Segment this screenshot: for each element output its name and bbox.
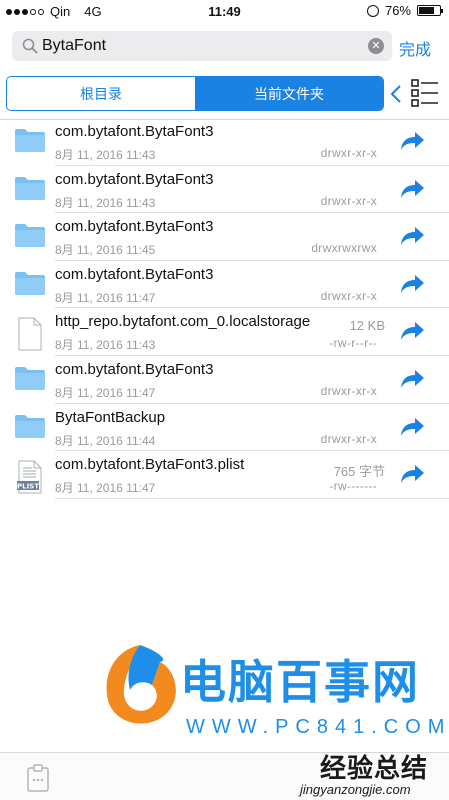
svg-text:PLIST: PLIST [17,483,39,491]
status-right: 76% [366,3,443,18]
file-permissions: drwxr-xr-x [320,146,377,160]
file-date: 8月 11, 2016 11:47 [55,385,156,400]
watermark-corner-title: 经验总结 [320,753,429,783]
watermark-url: WWW.PC841.COM [186,716,449,738]
document-icon [14,317,46,356]
brand-logo-icon [106,645,176,724]
search-icon [22,38,38,54]
location-segmented-control: 根目录 当前文件夹 [6,76,384,111]
folder-icon [14,413,46,444]
share-arrow-icon[interactable] [399,417,425,437]
file-date: 8月 11, 2016 11:47 [55,290,156,305]
tab-current-folder[interactable]: 当前文件夹 [195,77,383,110]
file-permissions: drwxrwxrwx [311,241,377,256]
folder-icon [14,127,46,158]
file-name: com.bytafont.BytaFont3.plist [55,456,245,474]
file-row[interactable]: com.bytafont.BytaFont3 8月 11, 2016 11:45 d… [0,213,449,261]
file-date: 8月 11, 2016 11:47 [55,481,156,496]
folder-icon [14,222,46,253]
file-date: 8月 11, 2016 11:44 [55,433,156,448]
share-arrow-icon[interactable] [399,274,425,294]
done-button[interactable]: 完成 [399,36,431,60]
file-name: com.bytafont.BytaFont3 [55,123,214,140]
share-arrow-icon[interactable] [399,321,425,341]
plist-file-icon: PLIST [14,460,46,499]
file-permissions: drwxr-xr-x [320,288,377,303]
search-input[interactable] [42,31,362,61]
file-list: com.bytafont.BytaFont3 8月 11, 2016 11:43 d… [0,118,449,499]
battery-percent: 76% [384,3,411,18]
share-arrow-icon[interactable] [399,179,425,199]
file-row[interactable]: com.bytafont.BytaFont3 8月 11, 2016 11:47 d… [0,356,449,404]
file-name: http_repo.bytafont.com_0.localstorage [55,313,311,331]
row-divider [55,497,449,499]
list-view-icon[interactable] [411,78,439,108]
file-permissions: drwxr-xr-x [320,431,377,446]
rotation-lock-icon [366,4,379,17]
file-size: 765 字节 [333,464,385,480]
share-arrow-icon[interactable] [399,369,425,389]
folder-icon [14,365,46,396]
file-row[interactable]: com.bytafont.BytaFont3 8月 11, 2016 11:47 d… [0,261,449,309]
file-row[interactable]: PLIST com.bytafont.BytaFont3.plist 8月 11, … [0,451,449,499]
file-name: com.bytafont.BytaFont3 [55,170,214,188]
watermark-brand: 电脑百事网 [180,656,420,708]
file-name: com.bytafont.BytaFont3 [55,360,214,378]
status-bar: Qin 4G 11:49 76% [0,0,449,22]
file-size: 12 KB [349,318,385,334]
clipboard-icon[interactable] [26,763,50,793]
tab-root[interactable]: 根目录 [7,77,195,110]
battery-icon [417,5,443,16]
file-name: com.bytafont.BytaFont3 [55,218,214,236]
file-permissions: drwxr-xr-x [320,193,377,208]
watermark-corner-url: jingyanzongjie.com [300,782,411,797]
file-name: BytaFontBackup [55,408,166,426]
file-row[interactable]: http_repo.bytafont.com_0.localstorage 8月 … [0,308,449,356]
clear-search-icon[interactable]: ✕ [368,38,384,54]
file-permissions: -rw-r--r-- [329,336,377,351]
share-arrow-icon[interactable] [399,464,425,484]
search-bar[interactable]: ✕ [12,31,392,61]
file-date: 8月 11, 2016 11:43 [55,148,156,162]
back-chevron-icon[interactable] [388,80,404,108]
file-permissions: -rw------- [329,479,377,494]
share-arrow-icon[interactable] [399,131,425,151]
file-row[interactable]: BytaFontBackup 8月 11, 2016 11:44 drwxr-xr-… [0,404,449,452]
file-date: 8月 11, 2016 11:43 [55,195,156,210]
folder-icon [14,175,46,206]
file-date: 8月 11, 2016 11:45 [55,243,156,258]
file-permissions: drwxr-xr-x [320,383,377,398]
folder-icon [14,270,46,301]
file-name: com.bytafont.BytaFont3 [55,265,214,283]
file-date: 8月 11, 2016 11:43 [55,338,156,353]
file-row[interactable]: com.bytafont.BytaFont3 8月 11, 2016 11:43 d… [0,166,449,214]
share-arrow-icon[interactable] [399,226,425,246]
file-row[interactable]: com.bytafont.BytaFont3 8月 11, 2016 11:43 d… [0,118,449,166]
